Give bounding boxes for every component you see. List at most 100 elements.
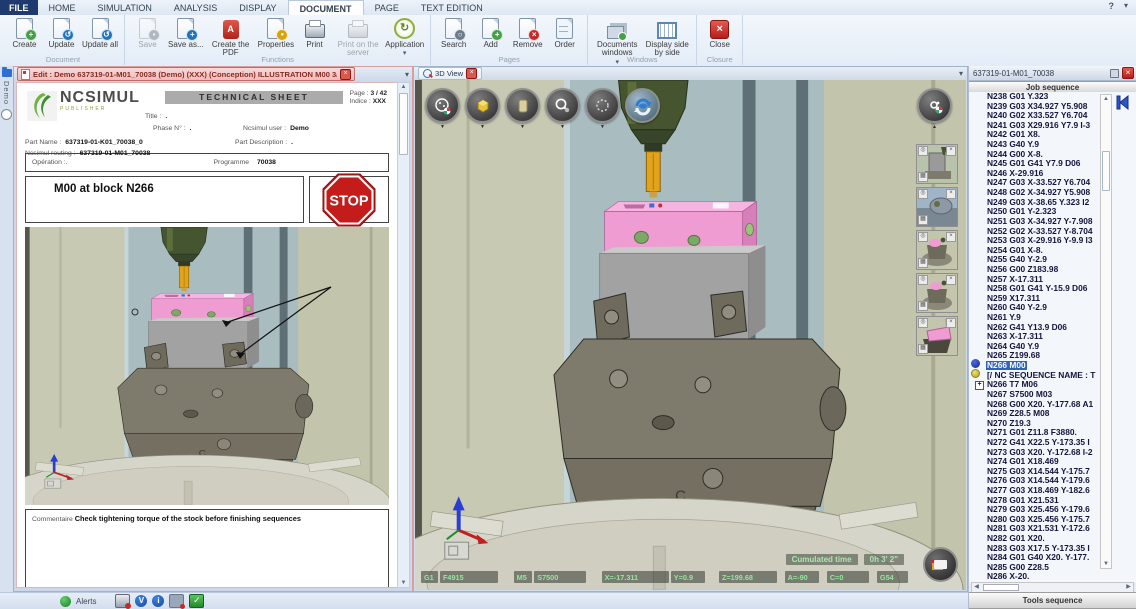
print-server-button[interactable]: Print on the server — [334, 18, 382, 58]
thumbnail-close-icon[interactable] — [946, 189, 956, 199]
scroll-right-icon[interactable]: ▶ — [1124, 583, 1133, 592]
page-search-icon — [445, 19, 462, 39]
scroll-down-icon[interactable]: ▼ — [1101, 560, 1111, 568]
tab-document[interactable]: DOCUMENT — [288, 0, 364, 15]
expand-icon[interactable] — [975, 381, 984, 390]
thumbnail-grid-icon[interactable] — [918, 301, 928, 311]
info-icon[interactable]: i — [152, 595, 164, 607]
version-icon[interactable]: V — [135, 595, 147, 607]
document-tab[interactable]: Edit : Demo 637319-01-M01_70038 (Demo) (… — [17, 67, 355, 81]
gcode-line[interactable]: N286 X-20. — [969, 572, 1136, 582]
document-tab-menu-icon[interactable] — [405, 70, 409, 79]
create-button[interactable]: Create — [7, 18, 42, 49]
tab-simulation[interactable]: SIMULATION — [87, 0, 163, 15]
dropdown-icon[interactable] — [600, 124, 605, 130]
history-icon[interactable] — [1, 109, 12, 120]
document-scrollbar[interactable]: ▲ ▼ — [397, 82, 410, 588]
ribbon-collapse-icon[interactable] — [1124, 1, 1128, 10]
tab-home[interactable]: HOME — [38, 0, 87, 15]
help-icon[interactable]: ? — [1109, 1, 1115, 11]
document-close-icon[interactable] — [340, 69, 351, 80]
tab-text-edition[interactable]: TEXT EDITION — [410, 0, 494, 15]
selection-mode-button[interactable] — [585, 88, 620, 123]
refresh-view-button[interactable] — [625, 88, 660, 123]
simulation-thumbnail[interactable] — [916, 273, 958, 313]
tab-analysis[interactable]: ANALYSIS — [163, 0, 228, 15]
tools-sequence-header[interactable]: Tools sequence — [969, 592, 1136, 609]
gcode-scrollbar[interactable]: ▲ ▼ — [1100, 94, 1112, 569]
project-folder-icon[interactable] — [2, 69, 12, 77]
thumbnail-close-icon[interactable] — [946, 318, 956, 328]
tool-display-button[interactable] — [917, 88, 952, 123]
view-3d-tab[interactable]: 3D View — [418, 67, 482, 80]
thumbnail-close-icon[interactable] — [946, 275, 956, 285]
save-as-button[interactable]: Save as... — [167, 18, 205, 49]
print-button[interactable]: Print — [297, 18, 332, 49]
view-toolbar — [425, 88, 660, 130]
machine-display-button[interactable] — [425, 88, 460, 123]
thumbnail-grid-icon[interactable] — [918, 258, 928, 268]
print-status-icon[interactable] — [115, 594, 130, 608]
group-functions: Save Save as... Create the PDF Propertie… — [125, 15, 431, 65]
scroll-down-icon[interactable]: ▼ — [398, 579, 409, 587]
pin-icon[interactable] — [1110, 69, 1119, 78]
scroll-thumb[interactable] — [1102, 151, 1110, 191]
thumbnail-grid-icon[interactable] — [918, 215, 928, 225]
stock-display-button[interactable] — [505, 88, 540, 123]
panel-close-icon[interactable] — [1122, 67, 1134, 79]
alerts-label[interactable]: Alerts — [76, 597, 96, 606]
thumbnail-close-icon[interactable] — [946, 146, 956, 156]
machine-status-icon[interactable] — [169, 594, 184, 608]
properties-button[interactable]: Properties — [257, 18, 295, 49]
thumbnail-grid-icon[interactable] — [918, 172, 928, 182]
add-button[interactable]: Add — [473, 18, 508, 49]
tab-page[interactable]: PAGE — [364, 0, 410, 15]
viewport-3d[interactable]: Cumulated time 0h 3' 2" G1F4915M5S7500X=… — [415, 80, 966, 590]
thumbnail-zoom-icon[interactable] — [918, 232, 928, 242]
update-button[interactable]: Update — [44, 18, 79, 49]
thumbnail-zoom-icon[interactable] — [918, 189, 928, 199]
simulation-thumbnail[interactable] — [916, 144, 958, 184]
thumbnail-close-icon[interactable] — [946, 232, 956, 242]
scroll-thumb[interactable] — [399, 93, 408, 155]
scroll-up-icon[interactable]: ▲ — [398, 83, 409, 91]
update-all-button[interactable]: Update all — [81, 18, 119, 49]
scroll-up-icon[interactable]: ▲ — [1101, 95, 1111, 103]
order-button[interactable]: Order — [547, 18, 582, 49]
create-pdf-button[interactable]: Create the PDF — [207, 18, 255, 58]
left-dock-strip: Demo — [0, 66, 14, 595]
thumbnail-zoom-icon[interactable] — [918, 146, 928, 156]
thumbnail-zoom-icon[interactable] — [918, 275, 928, 285]
save-button[interactable]: Save — [130, 18, 165, 49]
dropdown-icon[interactable] — [520, 124, 525, 130]
simulation-thumbnail[interactable] — [916, 187, 958, 227]
view-tab-menu-icon[interactable] — [959, 69, 963, 78]
thumbnail-grid-icon[interactable] — [918, 344, 928, 354]
goto-current-block-icon[interactable] — [1115, 94, 1131, 111]
time-panel-button[interactable] — [923, 547, 958, 582]
display-side-by-side-button[interactable]: Display side by side — [643, 18, 691, 58]
dropdown-icon[interactable] — [932, 124, 937, 130]
tab-file[interactable]: FILE — [0, 0, 38, 15]
nc-status-value: X=-17.311 — [602, 571, 669, 583]
dropdown-icon[interactable] — [480, 124, 485, 130]
view-close-icon[interactable] — [466, 68, 477, 79]
edit-check-icon[interactable] — [189, 594, 204, 608]
ncsimul-logo: NCSIMUL PUBLISHER — [27, 91, 140, 121]
simulation-thumbnail[interactable] — [916, 230, 958, 270]
group-windows-label: Windows — [588, 55, 696, 64]
dropdown-icon[interactable] — [560, 124, 565, 130]
simulation-thumbnail[interactable] — [916, 316, 958, 356]
part-display-button[interactable] — [465, 88, 500, 123]
thumbnail-zoom-icon[interactable] — [918, 318, 928, 328]
zoom-button[interactable] — [545, 88, 580, 123]
dropdown-icon[interactable] — [440, 124, 445, 130]
remove-button[interactable]: Remove — [510, 18, 545, 49]
search-button[interactable]: Search — [436, 18, 471, 49]
close-button[interactable]: Close — [702, 18, 737, 49]
project-tab-label[interactable]: Demo — [2, 81, 11, 105]
scroll-thumb[interactable] — [983, 584, 1019, 591]
application-button[interactable]: Application — [384, 18, 425, 58]
tab-display[interactable]: DISPLAY — [228, 0, 287, 15]
scroll-left-icon[interactable]: ◀ — [972, 583, 981, 592]
